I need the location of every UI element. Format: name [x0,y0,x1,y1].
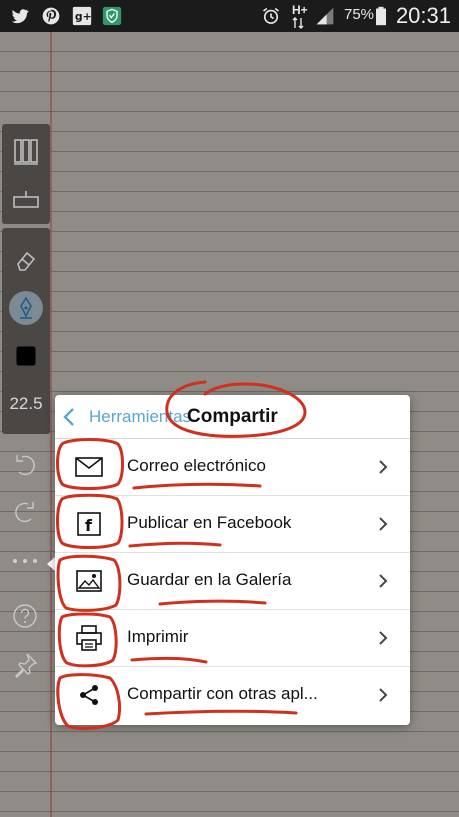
menu-item-label: Guardar en la Galería [127,570,292,589]
more-icon [13,559,37,563]
battery-percent: 75% [344,6,375,23]
color-button[interactable] [2,336,50,376]
menu-item-label: Publicar en Facebook [127,513,292,532]
eraser-button[interactable] [2,240,50,280]
data-arrows-icon [292,17,304,29]
alarm-icon [263,7,279,24]
chevron-right-icon [379,517,388,531]
printer-icon [75,624,103,652]
menu-item-label: Imprimir [127,627,189,646]
help-button[interactable] [10,601,40,631]
redo-icon [15,502,34,523]
network-type: H+ [292,3,308,17]
back-chevron-icon[interactable] [61,407,77,427]
size-button[interactable]: 22.5 [2,384,50,424]
shield-app-icon [102,6,122,26]
chevron-right-icon [379,688,388,702]
menu-item-label: Correo electrónico [127,456,266,475]
popup-header: Herramientas Compartir [55,395,410,439]
twitter-icon [11,9,29,24]
pin-button[interactable] [10,650,40,680]
help-icon [13,604,37,628]
popup-title: Compartir [187,406,278,427]
margin-line [50,32,52,817]
color-swatch [16,346,36,366]
toolbar-top [2,124,50,224]
redo-button[interactable] [10,498,40,528]
menu-item-share-other[interactable]: Compartir con otras apl... [55,667,410,723]
menu-item-gallery[interactable]: Guardar en la Galería [55,553,410,610]
pin-icon [15,653,38,678]
menu-item-email[interactable]: Correo electrónico [55,439,410,496]
share-icon [75,681,103,709]
pen-icon [20,297,32,319]
svg-text:f: f [85,516,93,535]
notebooks-button[interactable] [2,132,50,172]
pen-button[interactable] [2,288,50,328]
menu-item-facebook[interactable]: f Publicar en Facebook [55,496,410,553]
chevron-right-icon [379,631,388,645]
gallery-icon [75,567,103,595]
clock: 20:31 [395,3,451,28]
svg-text:g+: g+ [75,10,92,23]
signal-icon [316,7,334,25]
facebook-icon: f [75,510,103,538]
notebooks-icon [14,139,38,165]
pen-size: 22.5 [9,394,43,413]
pinterest-icon [42,7,60,25]
popup-arrow [47,557,55,571]
share-popup: Herramientas Compartir Correo electrónic… [55,395,410,725]
chevron-right-icon [379,460,388,474]
status-bar: g+ H+ 75% 20:31 [0,0,459,32]
menu-item-label: Compartir con otras apl... [127,684,318,703]
battery-icon [376,6,386,26]
back-button[interactable]: Herramientas [89,407,191,427]
ruler-icon [13,191,39,208]
ruler-button[interactable] [2,180,50,220]
undo-icon [16,455,35,476]
chevron-right-icon [379,574,388,588]
eraser-icon [17,251,36,271]
toolbar-tools: 22.5 [2,228,50,434]
mail-icon [75,453,103,481]
google-plus-icon: g+ [72,6,92,26]
undo-button[interactable] [10,451,40,481]
more-button[interactable] [10,546,40,576]
pen-selected [9,291,43,325]
menu-item-print[interactable]: Imprimir [55,610,410,667]
